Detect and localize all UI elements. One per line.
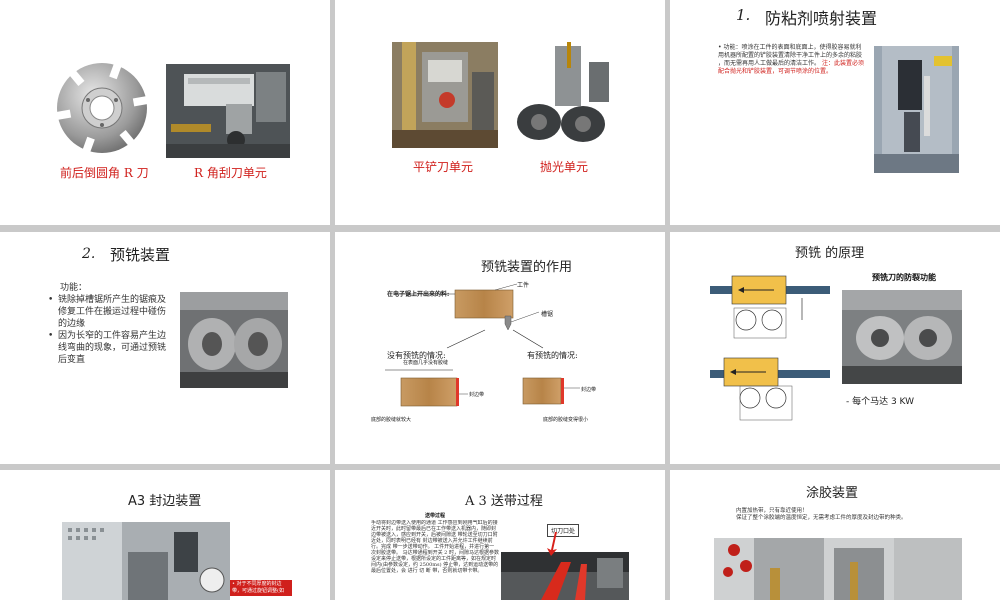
slide-title: 涂胶装置 — [806, 486, 859, 501]
caption-round-cutter: 前后倒圆角 R 刀 — [60, 166, 149, 180]
feed-process-image — [501, 552, 629, 600]
bullet-item: 因为长窄的工件容易产生边线弯曲的现象，可通过预铣后变直 — [48, 330, 174, 366]
slide-number: 2. — [82, 246, 96, 262]
slide-title: 预铣装置 — [110, 246, 171, 264]
polishing-unit-image — [515, 42, 619, 148]
motor-power-note: - 每个马达 3 KW — [846, 397, 915, 407]
slide-title: A 3 送带过程 — [465, 494, 543, 509]
glue-body: 内置加热带，只有靠近使用！ 保证了整个涂胶端的温度恒定，无需考虑工件的厚度及封边… — [736, 508, 936, 522]
feed-process-body: 手动将封边带送入使用的通道 工作感应到刚用气缸后的接近开关时，此时留带最后已在工… — [371, 520, 499, 574]
slide-5[interactable]: 预铣装置的作用 在电子锯上开出来的料: 工件 槽锯 没有预铣的情况: 在表面几乎… — [335, 232, 665, 464]
glue-body-b: 保证了整个涂胶端的温度恒定，无需考虑工件的厚度及封边带的种类。 — [736, 515, 907, 521]
caption-polishing: 抛光单元 — [540, 160, 589, 174]
flat-scraper-image — [392, 42, 498, 148]
edge-banding-image — [62, 522, 230, 600]
slide-title: 防粘剂喷射装置 — [765, 9, 878, 28]
slide-number: 1. — [736, 6, 751, 24]
r-scraper-unit-image — [166, 64, 290, 158]
anti-crack-subtitle: 预铣刀的防裂功能 — [872, 273, 936, 282]
slide-9[interactable]: 涂胶装置 内置加热带，只有靠近使用！ 保证了整个涂胶端的温度恒定，无需考虑工件的… — [670, 470, 1000, 600]
spray-body-b: ，而无需再用人工做最后的清洁工作。 — [718, 60, 821, 67]
slide-title: A3 封边装置 — [128, 494, 202, 509]
slide-2[interactable]: 平铲刀单元 抛光单元 — [335, 0, 665, 225]
bullet-item: 铣除掉槽锯所产生的锯痕及修复工件在搬运过程中碰伤的边缘 — [48, 294, 174, 330]
pre-milling-bullets: 铣除掉槽锯所产生的锯痕及修复工件在搬运过程中碰伤的边缘 因为长窄的工件容易产生边… — [48, 294, 174, 366]
principle-diagram — [710, 275, 830, 421]
slide-title: 预铣 的原理 — [795, 246, 865, 261]
slide-8[interactable]: A 3 送带过程 送带过程 手动将封边带送入使用的通道 工作感应到刚用气缸后的接… — [335, 470, 665, 600]
glue-unit-image — [714, 538, 962, 600]
spray-body-a: 功能：喷涂在工件的表面和底面上，使得胶容易就利用机器所配置的铲胶装置清除干净工件… — [718, 44, 863, 59]
pre-milling-image — [180, 292, 288, 388]
slide-1[interactable]: 前后倒圆角 R 刀 R 角刮刀单元 — [0, 0, 330, 225]
thickness-adjust-note: • 对于不同厚度的封边带，可通过旋钮调整(如 — [230, 580, 292, 596]
pre-milling-cutter-image — [842, 290, 962, 384]
caption-flat-scraper: 平铲刀单元 — [413, 160, 474, 174]
callout-arrow — [547, 532, 557, 556]
slide-3[interactable]: 1. 防粘剂喷射装置 • 功能：喷涂在工件的表面和底面上，使得胶容易就利用机器所… — [670, 0, 1000, 225]
pre-milling-diagram — [385, 283, 580, 407]
round-cutter-image — [52, 58, 152, 158]
glue-body-a: 内置加热带，只有靠近使用！ — [736, 508, 808, 514]
feed-process-subtitle: 送带过程 — [425, 513, 446, 519]
caption-r-scraper: R 角刮刀单元 — [194, 166, 267, 180]
slide-7[interactable]: A3 封边装置 • 对于不同厚度的封边带，可通过旋钮调整(如 — [0, 470, 330, 600]
spray-description: • 功能：喷涂在工件的表面和底面上，使得胶容易就利用机器所配置的铲胶装置清除干净… — [718, 44, 864, 75]
spray-device-image — [874, 46, 959, 173]
function-label: 功能： — [60, 283, 88, 293]
slide-6[interactable]: 预铣 的原理 预铣刀的防裂功能 - 每个马达 3 KW — [670, 232, 1000, 464]
slide-4[interactable]: 2. 预铣装置 功能： 铣除掉槽锯所产生的锯痕及修复工件在搬运过程中碰伤的边缘 … — [0, 232, 330, 464]
